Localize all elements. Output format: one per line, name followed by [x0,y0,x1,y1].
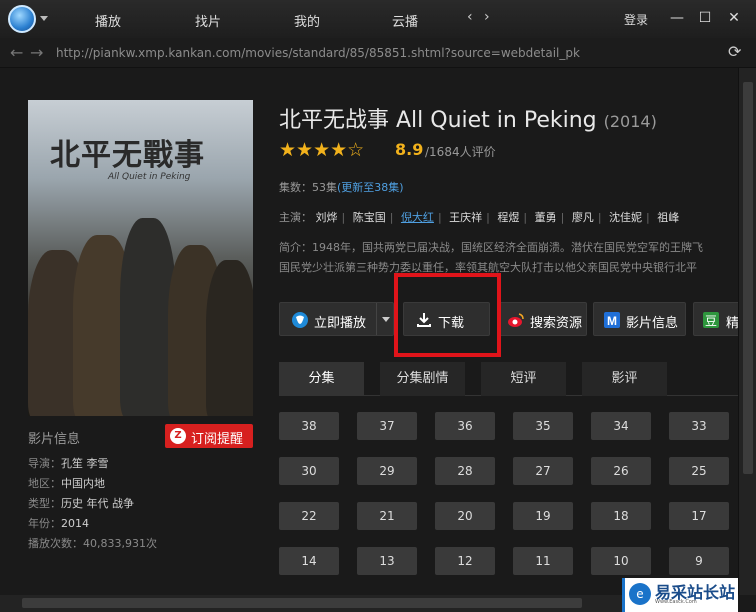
episode-button[interactable]: 19 [513,502,573,530]
episode-button[interactable]: 36 [435,412,495,440]
episode-button[interactable]: 26 [591,457,651,485]
douban-button[interactable]: 豆 精 [693,302,743,336]
synopsis: 简介：1948年，国共两党已届决战，国统区经济全面崩溃。潜伏在国民党空军的王牌飞… [279,241,703,274]
poster-figure [206,260,253,416]
vertical-scrollbar[interactable] [738,68,756,595]
episode-button[interactable]: 37 [357,412,417,440]
meta-region: 地区：中国内地 [28,477,105,490]
tab-reviews[interactable]: 影评 [582,362,667,396]
episode-button[interactable]: 21 [357,502,417,530]
info-heading: 影片信息 [28,432,81,447]
login-button[interactable]: 登录 [624,11,648,28]
addr-back-icon[interactable]: ← [10,43,23,62]
cast-list: 主演： 刘烨 | 陈宝国 | 倪大红 | 王庆祥 | 程煜 | 董勇 | 廖凡 | 沈佳妮 | … [279,211,680,224]
episode-button[interactable]: 25 [669,457,729,485]
movie-info-button[interactable]: M 影片信息 [593,302,686,336]
download-highlight-box [394,273,501,357]
episode-count: 集数：53集(更新至38集) [279,181,404,194]
movie-poster[interactable]: 北平无戰事 All Quiet in Peking [28,100,253,416]
cast-member[interactable]: 廖凡 [572,211,594,224]
weibo-icon [508,313,524,327]
play-button[interactable]: 立即播放 [279,302,394,336]
cast-member[interactable]: 倪大红 [401,211,434,224]
cast-member[interactable]: 沈佳妮 [609,211,642,224]
title-bar: 播放 找片 我的 云播 ‹ › 登录 — ☐ ✕ [0,0,756,38]
episode-button[interactable]: 12 [435,547,495,575]
tab-short-reviews[interactable]: 短评 [481,362,566,396]
poster-subtitle: All Quiet in Peking [108,172,191,182]
nav-find[interactable]: 找片 [195,11,221,30]
rating-score: 8.9 [395,140,424,159]
watermark-logo-icon: e [629,583,651,605]
cast-member[interactable]: 祖峰 [657,211,679,224]
minimize-icon[interactable]: — [667,8,687,28]
episode-button[interactable]: 20 [435,502,495,530]
cast-member[interactable]: 王庆祥 [449,211,482,224]
nav-cloud[interactable]: 云播 [392,11,418,30]
tab-bar: 分集 分集剧情 短评 影评 [279,362,738,396]
menu-caret-icon[interactable] [40,16,48,21]
subscribe-icon: Z [170,428,186,444]
horizontal-scroll-thumb[interactable] [22,598,582,608]
url-field[interactable]: http://piankw.xmp.kankan.com/movies/stan… [56,46,580,60]
meta-playcount: 播放次数：40,833,931次 [28,537,157,550]
addr-forward-icon[interactable]: → [30,43,43,62]
refresh-icon[interactable]: ⟳ [728,42,741,61]
play-dropdown-icon [382,317,390,322]
episode-button[interactable]: 9 [669,547,729,575]
episode-button[interactable]: 22 [279,502,339,530]
episode-button[interactable]: 29 [357,457,417,485]
cast-member[interactable]: 陈宝国 [353,211,386,224]
episode-button[interactable]: 35 [513,412,573,440]
tab-episode-plots[interactable]: 分集剧情 [380,362,465,396]
episode-button[interactable]: 13 [357,547,417,575]
episode-button[interactable]: 18 [591,502,651,530]
episode-button[interactable]: 17 [669,502,729,530]
maximize-icon[interactable]: ☐ [695,8,715,28]
meta-director: 导演：孔笙 李雪 [28,457,109,470]
app-logo-icon[interactable] [8,5,36,33]
episode-button[interactable]: 27 [513,457,573,485]
search-resources-button[interactable]: 搜索资源 [497,302,587,336]
episode-button[interactable]: 28 [435,457,495,485]
nav-mine[interactable]: 我的 [294,11,320,30]
episode-button[interactable]: 14 [279,547,339,575]
poster-title: 北平无戰事 [50,138,205,173]
address-bar: ← → http://piankw.xmp.kankan.com/movies/… [0,38,756,68]
episode-button[interactable]: 38 [279,412,339,440]
rating-count: /1684人评价 [425,145,496,159]
rating-stars-icon: ★★★★☆ [279,139,365,161]
cast-member[interactable]: 董勇 [535,211,557,224]
nav-play[interactable]: 播放 [95,11,121,30]
episode-button[interactable]: 11 [513,547,573,575]
close-icon[interactable]: ✕ [724,8,744,28]
vertical-scroll-thumb[interactable] [743,82,753,474]
tab-episodes[interactable]: 分集 [279,362,364,396]
svg-text:M: M [607,314,617,328]
play-logo-icon [292,312,308,328]
forward-arrow-icon[interactable]: › [484,9,490,25]
watermark: e 易采站长站 Www.Easck.Com [622,578,738,612]
meta-genre: 类型：历史 年代 战争 [28,497,134,510]
back-arrow-icon[interactable]: ‹ [467,9,473,25]
m-logo-icon: M [604,312,620,328]
cast-member[interactable]: 刘烨 [316,211,338,224]
movie-title: 北平无战事 All Quiet in Peking (2014) [279,108,657,133]
subscribe-button[interactable]: Z 订阅提醒 [165,424,253,448]
episode-button[interactable]: 33 [669,412,729,440]
meta-year: 年份：2014 [28,517,89,530]
episode-button[interactable]: 10 [591,547,651,575]
cast-member[interactable]: 程煜 [497,211,519,224]
episode-button[interactable]: 30 [279,457,339,485]
douban-icon: 豆 [703,312,719,328]
episode-button[interactable]: 34 [591,412,651,440]
svg-text:豆: 豆 [705,314,717,328]
